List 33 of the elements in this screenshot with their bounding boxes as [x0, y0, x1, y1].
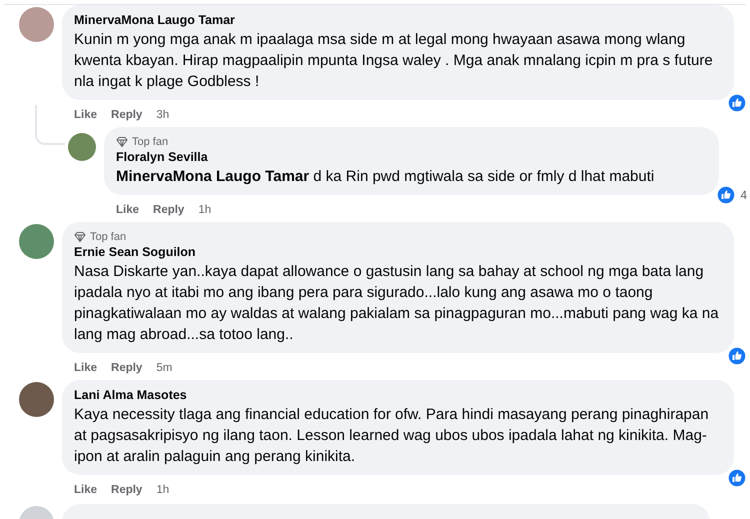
diamond-icon [116, 136, 128, 148]
author-name[interactable]: MinervaMona Laugo Tamar [74, 12, 722, 29]
like-reaction-icon[interactable] [727, 93, 747, 113]
avatar[interactable] [19, 224, 54, 259]
top-fan-label: Top fan [90, 230, 126, 242]
timestamp[interactable]: 3h [156, 109, 170, 121]
top-fan-label: Top fan [132, 136, 168, 148]
comment-action-link[interactable]: Reply [111, 484, 142, 496]
like-reaction-icon[interactable] [727, 346, 747, 366]
avatar[interactable] [19, 382, 54, 417]
timestamp[interactable]: 5m [156, 362, 172, 374]
author-name[interactable]: Floralyn Sevilla [116, 149, 707, 166]
avatar[interactable] [68, 133, 96, 161]
comment-text: Kaya necessity tlaga ang financial education for ofw. Para hindi masayang perang pinaghirapan at pagsasakripisyo ng ilang taon. Lesson learned wag ubos ubos ipadala lahat ng kinikita. Mag-ipon at aralin palaguin ang perang kinikita. [74, 405, 710, 467]
comment-action-link[interactable]: Reply [153, 204, 184, 216]
timestamp[interactable]: 1h [156, 484, 170, 496]
comment-text: Nasa Diskarte yan..kaya dapat allowance o gastusin lang sa bahay at school ng mga bata lang ipadala nyo at itabi mo ang ibang pera para sigurado...lalo kung ang asawa mo o taong pinagkatiwalaan mo ay waldas at walang pakialam sa pinagpaguran mo...mabuti pang wag ka na lang mag abroad...sa totoo lang.. [74, 262, 720, 345]
comment-action-link[interactable]: Reply [111, 362, 142, 374]
diamond-icon [74, 230, 86, 242]
like-reaction-icon[interactable] [716, 185, 736, 205]
comment-text: MinervaMona Laugo Tamar d ka Rin pwd mgtiwala sa side or fmly d lhat mabuti [116, 167, 656, 187]
comment-action-link[interactable]: Like [116, 204, 140, 216]
comment-action-link[interactable]: Like [74, 362, 98, 374]
author-name[interactable]: Ernie Sean Soguilon [74, 244, 722, 261]
comment-action-link[interactable]: Like [74, 484, 98, 496]
comment-text: Kunin m yong mga anak m ipaalaga msa side m at legal mong hwayaan asawa mong wlang kwenta kbayan. Hirap magpaalipin mpunta Ingsa waley . Mga anak mnalang icpin m pra s future nla ingat k plage Godbless ! [74, 30, 714, 92]
like-reaction-icon[interactable] [727, 468, 747, 488]
comment-action-link[interactable]: Reply [111, 109, 142, 121]
reaction-count[interactable]: 4 [740, 188, 747, 202]
thread-connector-line [35, 105, 65, 145]
author-name[interactable]: Lani Alma Masotes [74, 387, 722, 404]
comment-action-link[interactable]: Like [74, 109, 98, 121]
timestamp[interactable]: 1h [198, 204, 212, 216]
